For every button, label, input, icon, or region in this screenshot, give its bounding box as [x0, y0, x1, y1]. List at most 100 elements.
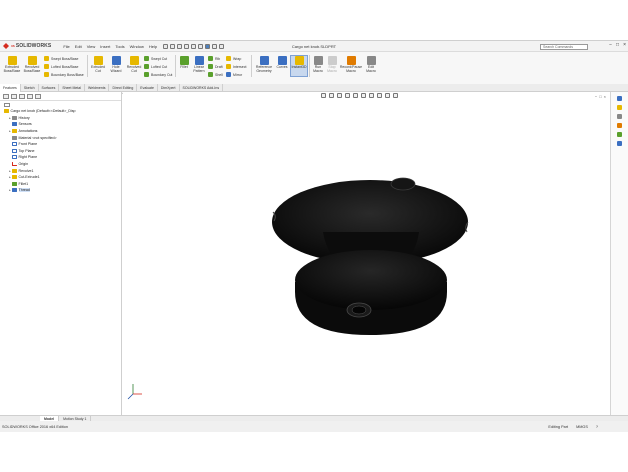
configuration-tab-icon[interactable] — [19, 94, 25, 99]
boundary-cut-button[interactable]: Boundary Cut — [144, 72, 172, 77]
appearances-icon[interactable] — [617, 132, 622, 137]
lofted-cut-button[interactable]: Lofted Cut — [144, 64, 167, 69]
tab-direct-editing[interactable]: Direct Editing — [109, 84, 138, 92]
solidworks-logo[interactable]: 3S SOLIDWORKS — [3, 43, 51, 49]
swept-cut-button[interactable]: Swept Cut — [144, 56, 167, 61]
extruded-boss-button[interactable]: Extruded Boss/Base — [2, 56, 22, 74]
tab-surfaces[interactable]: Surfaces — [39, 84, 60, 92]
menu-view[interactable]: View — [87, 44, 96, 49]
extruded-boss-icon — [7, 56, 17, 65]
tab-addins[interactable]: SOLIDWORKS Add-Ins — [180, 84, 224, 92]
boundary-boss-button[interactable]: Boundary Boss/Base — [44, 72, 84, 77]
shell-button[interactable]: Shell — [208, 72, 223, 77]
tab-sketch[interactable]: Sketch — [21, 84, 39, 92]
menu-insert[interactable]: Insert — [100, 44, 110, 49]
run-macro-button[interactable]: Run Macro — [311, 56, 325, 74]
tree-item-origin[interactable]: Origin — [4, 161, 120, 168]
print-icon[interactable] — [191, 43, 197, 49]
tree-item-revolve1[interactable]: ▸ Revolve1 — [4, 167, 120, 174]
select-icon[interactable] — [205, 43, 211, 49]
revolved-cut-button[interactable]: Revolved Cut — [125, 56, 143, 74]
save-icon[interactable] — [184, 43, 190, 49]
lofted-boss-icon — [44, 64, 49, 69]
tree-item-label: History — [18, 115, 30, 120]
stop-macro-button[interactable]: Stop Macro — [325, 56, 339, 74]
minimize-button[interactable]: − — [609, 42, 612, 48]
record-macro-button[interactable]: Record/Pause Macro — [339, 56, 363, 74]
view-palette-icon[interactable] — [617, 123, 622, 128]
swept-boss-button[interactable]: Swept Boss/Base — [44, 56, 78, 61]
close-button[interactable]: × — [623, 42, 626, 48]
mirror-button[interactable]: Mirror — [226, 72, 242, 77]
display-manager-tab-icon[interactable] — [35, 94, 41, 99]
undo-icon[interactable] — [198, 43, 204, 49]
tree-item-material[interactable]: Material <not specified> — [4, 134, 120, 141]
tree-item-right-plane[interactable]: Right Plane — [4, 154, 120, 161]
menu-window[interactable]: Window — [130, 44, 144, 49]
search-commands-input[interactable]: Search Commands — [540, 43, 588, 50]
separator — [309, 55, 310, 77]
reference-geometry-icon — [259, 56, 269, 65]
property-manager-tab-icon[interactable] — [11, 94, 17, 99]
rebuild-icon[interactable] — [212, 43, 218, 49]
tree-item-front-plane[interactable]: Front Plane — [4, 141, 120, 148]
history-icon — [12, 115, 17, 120]
tab-features[interactable]: Features — [0, 84, 21, 92]
extruded-cut-button[interactable]: Extruded Cut — [89, 56, 107, 74]
tree-item-annotations[interactable]: ▸ Annotations — [4, 128, 120, 135]
tree-item-sensors[interactable]: Sensors — [4, 121, 120, 128]
plane-icon — [12, 155, 17, 160]
help-icon[interactable]: ? — [596, 425, 598, 429]
fillet-button[interactable]: Fillet — [177, 56, 191, 70]
rib-button[interactable]: Rib — [208, 56, 220, 61]
design-library-icon[interactable] — [617, 105, 622, 110]
instant3d-button[interactable]: Instant3D — [290, 55, 308, 77]
file-explorer-icon[interactable] — [617, 114, 622, 119]
tab-sheet-metal[interactable]: Sheet Metal — [59, 84, 86, 92]
tree-root[interactable]: Cargo net knob (Default<<Default>_Disp — [4, 108, 120, 115]
revolved-cut-icon — [129, 56, 139, 65]
run-macro-label: Run Macro — [313, 65, 323, 73]
tree-item-cut-extrude1[interactable]: ▸ Cut-Extrude1 — [4, 174, 120, 181]
dimxpert-tab-icon[interactable] — [27, 94, 33, 99]
menu-tools[interactable]: Tools — [115, 44, 124, 49]
revolved-boss-button[interactable]: Revolved Boss/Base — [22, 56, 42, 74]
menu-file[interactable]: File — [63, 44, 69, 49]
knob-base-top — [295, 250, 447, 310]
curves-button[interactable]: Curves — [275, 56, 289, 70]
sensor-icon — [12, 122, 17, 127]
mirror-icon — [226, 72, 231, 77]
cut-extrude-icon — [12, 175, 17, 180]
draft-button[interactable]: Draft — [208, 64, 223, 69]
filter-icon[interactable] — [4, 103, 10, 107]
tab-dimxpert[interactable]: DimXpert — [158, 84, 180, 92]
new-document-icon[interactable] — [170, 43, 176, 49]
maximize-button[interactable]: □ — [616, 42, 619, 48]
custom-properties-icon[interactable] — [617, 141, 622, 146]
tree-item-fillet1[interactable]: Fillet1 — [4, 181, 120, 188]
menu-help[interactable]: Help — [149, 44, 157, 49]
hole-wizard-button[interactable]: Hole Wizard — [107, 56, 125, 74]
hole-wizard-icon — [111, 56, 121, 65]
graphics-area[interactable]: − □ × — [123, 92, 610, 415]
pin-icon[interactable] — [163, 43, 169, 49]
units-selector[interactable]: MMGS — [576, 425, 588, 429]
tab-weldments[interactable]: Weldments — [85, 84, 110, 92]
tree-item-history[interactable]: ▸ History — [4, 115, 120, 122]
model-viewport[interactable] — [123, 92, 610, 415]
edit-macro-button[interactable]: Edit Macro — [364, 56, 378, 74]
options-icon[interactable] — [219, 43, 225, 49]
linear-pattern-button[interactable]: Linear Pattern — [191, 56, 207, 74]
cargo-net-knob-model[interactable] — [272, 177, 469, 335]
wrap-button[interactable]: Wrap — [226, 56, 241, 61]
tree-item-top-plane[interactable]: Top Plane — [4, 148, 120, 155]
open-icon[interactable] — [177, 43, 183, 49]
menu-edit[interactable]: Edit — [75, 44, 82, 49]
lofted-boss-button[interactable]: Lofted Boss/Base — [44, 64, 78, 69]
reference-geometry-button[interactable]: Reference Geometry — [253, 56, 275, 74]
tab-evaluate[interactable]: Evaluate — [137, 84, 158, 92]
feature-tree-tab-icon[interactable] — [3, 94, 9, 99]
intersect-button[interactable]: Intersect — [226, 64, 246, 69]
tree-item-thread[interactable]: ▸ Thread — [4, 187, 120, 194]
solidworks-resources-icon[interactable] — [617, 96, 622, 101]
